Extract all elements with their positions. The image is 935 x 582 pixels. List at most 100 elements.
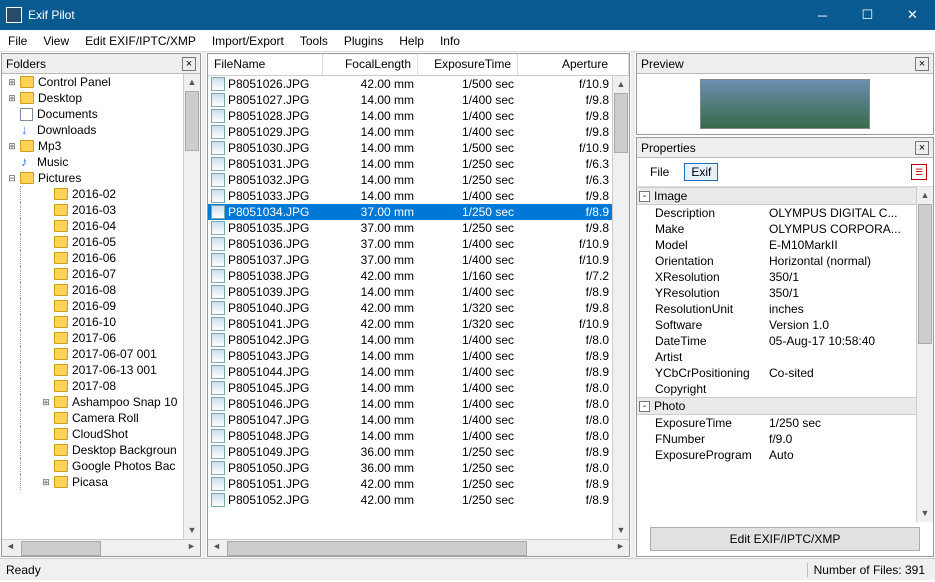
- tree-expander-icon[interactable]: ⊞: [40, 396, 52, 408]
- tree-item[interactable]: ⊞Mp3: [2, 138, 200, 154]
- tree-item[interactable]: 2016-10: [2, 314, 200, 330]
- edit-exif-button[interactable]: Edit EXIF/IPTC/XMP: [650, 527, 920, 551]
- file-row[interactable]: P8051049.JPG36.00 mm1/250 secf/8.9: [208, 444, 629, 460]
- tree-expander-icon[interactable]: ⊞: [6, 76, 18, 88]
- file-row[interactable]: P8051035.JPG37.00 mm1/250 secf/9.8: [208, 220, 629, 236]
- prop-row[interactable]: Artist: [637, 349, 933, 365]
- tree-expander-icon[interactable]: ⊞: [6, 92, 18, 104]
- prop-row[interactable]: FNumberf/9.0: [637, 431, 933, 447]
- tab-file[interactable]: File: [643, 163, 676, 181]
- file-row[interactable]: P8051043.JPG14.00 mm1/400 secf/8.9: [208, 348, 629, 364]
- prop-row[interactable]: ExposureProgramAuto: [637, 447, 933, 463]
- close-button[interactable]: ✕: [890, 0, 935, 30]
- prop-row[interactable]: SoftwareVersion 1.0: [637, 317, 933, 333]
- tree-expander-icon[interactable]: ⊞: [6, 140, 18, 152]
- file-row[interactable]: P8051048.JPG14.00 mm1/400 secf/8.0: [208, 428, 629, 444]
- tree-item[interactable]: Documents: [2, 106, 200, 122]
- tree-item[interactable]: 2017-08: [2, 378, 200, 394]
- tree-item[interactable]: Downloads: [2, 122, 200, 138]
- file-row[interactable]: P8051040.JPG42.00 mm1/320 secf/9.8: [208, 300, 629, 316]
- col-focallength[interactable]: FocalLength: [323, 54, 418, 75]
- group-collapse-icon[interactable]: -: [639, 191, 650, 202]
- prop-group-photo[interactable]: -Photo: [637, 397, 933, 415]
- file-row[interactable]: P8051030.JPG14.00 mm1/500 secf/10.9: [208, 140, 629, 156]
- col-aperture[interactable]: Aperture: [518, 54, 629, 75]
- tree-item[interactable]: 2017-06-13 001: [2, 362, 200, 378]
- prop-row[interactable]: XResolution350/1: [637, 269, 933, 285]
- file-row[interactable]: P8051036.JPG37.00 mm1/400 secf/10.9: [208, 236, 629, 252]
- tree-expander-icon[interactable]: ⊟: [6, 172, 18, 184]
- tree-item[interactable]: 2017-06-07 001: [2, 346, 200, 362]
- file-row[interactable]: P8051029.JPG14.00 mm1/400 secf/9.8: [208, 124, 629, 140]
- file-row[interactable]: P8051031.JPG14.00 mm1/250 secf/6.3: [208, 156, 629, 172]
- col-exposuretime[interactable]: ExposureTime: [418, 54, 518, 75]
- tree-item[interactable]: CloudShot: [2, 426, 200, 442]
- prop-row[interactable]: ModelE-M10MarkII: [637, 237, 933, 253]
- tree-item[interactable]: Google Photos Bac: [2, 458, 200, 474]
- file-row[interactable]: P8051026.JPG42.00 mm1/500 secf/10.9: [208, 76, 629, 92]
- col-filename[interactable]: FileName: [208, 54, 323, 75]
- folder-tree[interactable]: ⊞Control Panel⊞DesktopDocumentsDownloads…: [2, 74, 200, 539]
- tree-item[interactable]: ⊞Control Panel: [2, 74, 200, 90]
- prop-row[interactable]: YResolution350/1: [637, 285, 933, 301]
- tree-item[interactable]: 2016-02: [2, 186, 200, 202]
- prop-row[interactable]: Copyright: [637, 381, 933, 397]
- group-collapse-icon[interactable]: -: [639, 401, 650, 412]
- tree-item[interactable]: ⊞Desktop: [2, 90, 200, 106]
- prop-row[interactable]: YCbCrPositioningCo-sited: [637, 365, 933, 381]
- menu-view[interactable]: View: [35, 32, 77, 50]
- tree-item[interactable]: 2016-07: [2, 266, 200, 282]
- file-row[interactable]: P8051046.JPG14.00 mm1/400 secf/8.0: [208, 396, 629, 412]
- prop-row[interactable]: ResolutionUnitinches: [637, 301, 933, 317]
- prop-group-image[interactable]: -Image: [637, 187, 933, 205]
- propgrid-vscrollbar[interactable]: ▲▼: [916, 187, 933, 522]
- file-list[interactable]: P8051026.JPG42.00 mm1/500 secf/10.9P8051…: [208, 76, 629, 539]
- file-row[interactable]: P8051038.JPG42.00 mm1/160 secf/7.2: [208, 268, 629, 284]
- tree-item[interactable]: 2017-06: [2, 330, 200, 346]
- tab-exif[interactable]: Exif: [684, 163, 718, 181]
- file-row[interactable]: P8051028.JPG14.00 mm1/400 secf/9.8: [208, 108, 629, 124]
- maximize-button[interactable]: ☐: [845, 0, 890, 30]
- menu-tools[interactable]: Tools: [292, 32, 336, 50]
- tree-item[interactable]: ⊟Pictures: [2, 170, 200, 186]
- tree-expander-icon[interactable]: ⊞: [40, 476, 52, 488]
- prop-row[interactable]: MakeOLYMPUS CORPORA...: [637, 221, 933, 237]
- tree-item[interactable]: 2016-06: [2, 250, 200, 266]
- properties-close-icon[interactable]: ×: [915, 141, 929, 155]
- file-row[interactable]: P8051051.JPG42.00 mm1/250 secf/8.9: [208, 476, 629, 492]
- file-row[interactable]: P8051027.JPG14.00 mm1/400 secf/9.8: [208, 92, 629, 108]
- file-row[interactable]: P8051045.JPG14.00 mm1/400 secf/8.0: [208, 380, 629, 396]
- prop-row[interactable]: DateTime05-Aug-17 10:58:40: [637, 333, 933, 349]
- splitter-left[interactable]: [202, 52, 206, 558]
- file-row[interactable]: P8051052.JPG42.00 mm1/250 secf/8.9: [208, 492, 629, 508]
- filelist-vscrollbar[interactable]: ▲▼: [612, 76, 629, 539]
- tree-item[interactable]: 2016-03: [2, 202, 200, 218]
- folders-close-icon[interactable]: ×: [182, 57, 196, 71]
- menu-help[interactable]: Help: [391, 32, 432, 50]
- menu-info[interactable]: Info: [432, 32, 468, 50]
- menu-import-export[interactable]: Import/Export: [204, 32, 292, 50]
- file-row[interactable]: P8051047.JPG14.00 mm1/400 secf/8.0: [208, 412, 629, 428]
- file-row[interactable]: P8051034.JPG37.00 mm1/250 secf/8.9: [208, 204, 629, 220]
- filelist-hscrollbar[interactable]: ◄►: [208, 539, 629, 556]
- tree-item[interactable]: 2016-09: [2, 298, 200, 314]
- minimize-button[interactable]: ─: [800, 0, 845, 30]
- tree-item[interactable]: 2016-08: [2, 282, 200, 298]
- file-row[interactable]: P8051033.JPG14.00 mm1/400 secf/9.8: [208, 188, 629, 204]
- prop-row[interactable]: OrientationHorizontal (normal): [637, 253, 933, 269]
- prop-row[interactable]: ExposureTime1/250 sec: [637, 415, 933, 431]
- tree-item[interactable]: Desktop Backgroun: [2, 442, 200, 458]
- tree-item[interactable]: 2016-05: [2, 234, 200, 250]
- file-row[interactable]: P8051042.JPG14.00 mm1/400 secf/8.0: [208, 332, 629, 348]
- menu-edit-exif-iptc-xmp[interactable]: Edit EXIF/IPTC/XMP: [77, 32, 204, 50]
- tree-item[interactable]: ⊞Picasa: [2, 474, 200, 490]
- menu-file[interactable]: File: [0, 32, 35, 50]
- tree-hscrollbar[interactable]: ◄►: [2, 539, 200, 556]
- tree-item[interactable]: Camera Roll: [2, 410, 200, 426]
- file-row[interactable]: P8051050.JPG36.00 mm1/250 secf/8.0: [208, 460, 629, 476]
- file-row[interactable]: P8051032.JPG14.00 mm1/250 secf/6.3: [208, 172, 629, 188]
- tree-item[interactable]: 2016-04: [2, 218, 200, 234]
- tree-item[interactable]: Music: [2, 154, 200, 170]
- prop-row[interactable]: DescriptionOLYMPUS DIGITAL C...: [637, 205, 933, 221]
- file-row[interactable]: P8051044.JPG14.00 mm1/400 secf/8.9: [208, 364, 629, 380]
